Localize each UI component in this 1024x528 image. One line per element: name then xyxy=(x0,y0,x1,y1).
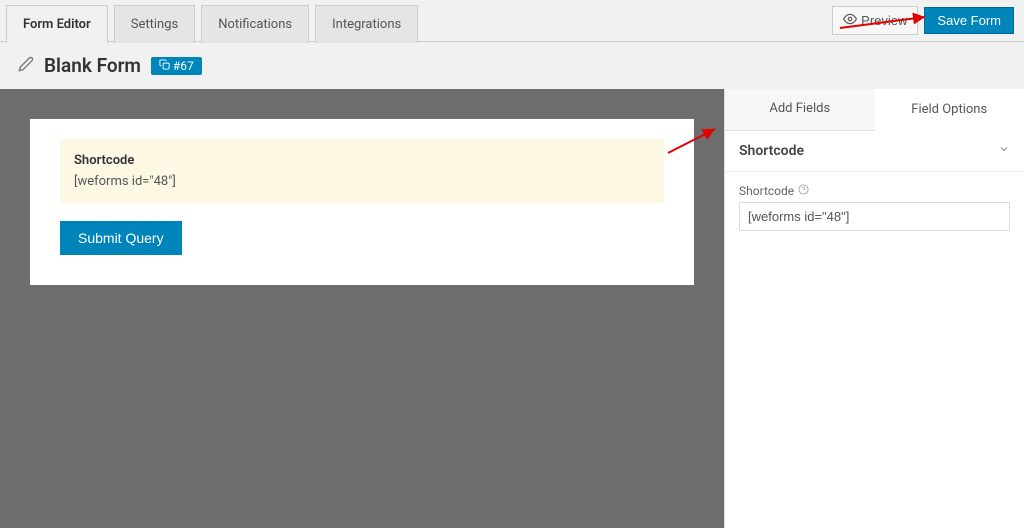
form-title: Blank Form xyxy=(44,54,141,77)
form-preview: Shortcode [weforms id="48"] Submit Query xyxy=(30,119,694,285)
pencil-icon xyxy=(18,56,34,76)
tab-field-options[interactable]: Field Options xyxy=(875,90,1024,131)
help-icon[interactable] xyxy=(798,184,809,198)
eye-icon xyxy=(843,12,857,29)
tab-integrations[interactable]: Integrations xyxy=(315,5,418,43)
form-id-badge[interactable]: #67 xyxy=(151,57,202,75)
sidebar: Add Fields Field Options Shortcode Short… xyxy=(724,89,1024,528)
shortcode-input-label: Shortcode xyxy=(739,184,794,198)
tab-settings[interactable]: Settings xyxy=(114,5,195,43)
form-canvas: Shortcode [weforms id="48"] Submit Query xyxy=(0,89,724,528)
shortcode-input[interactable] xyxy=(739,202,1010,231)
form-id-label: #67 xyxy=(173,59,194,73)
tab-add-fields[interactable]: Add Fields xyxy=(725,89,875,130)
copy-icon xyxy=(159,59,170,73)
preview-button[interactable]: Preview xyxy=(832,6,918,35)
tab-notifications[interactable]: Notifications xyxy=(201,5,309,43)
shortcode-field-value: [weforms id="48"] xyxy=(74,174,650,189)
save-form-button[interactable]: Save Form xyxy=(924,7,1014,34)
shortcode-field-block[interactable]: Shortcode [weforms id="48"] xyxy=(60,139,664,203)
chevron-down-icon xyxy=(998,143,1010,159)
shortcode-field-title: Shortcode xyxy=(74,153,650,168)
accordion-title: Shortcode xyxy=(739,143,804,159)
preview-label: Preview xyxy=(861,13,907,28)
accordion-shortcode[interactable]: Shortcode xyxy=(725,131,1024,172)
tab-form-editor[interactable]: Form Editor xyxy=(6,5,108,43)
submit-query-button[interactable]: Submit Query xyxy=(60,221,182,255)
